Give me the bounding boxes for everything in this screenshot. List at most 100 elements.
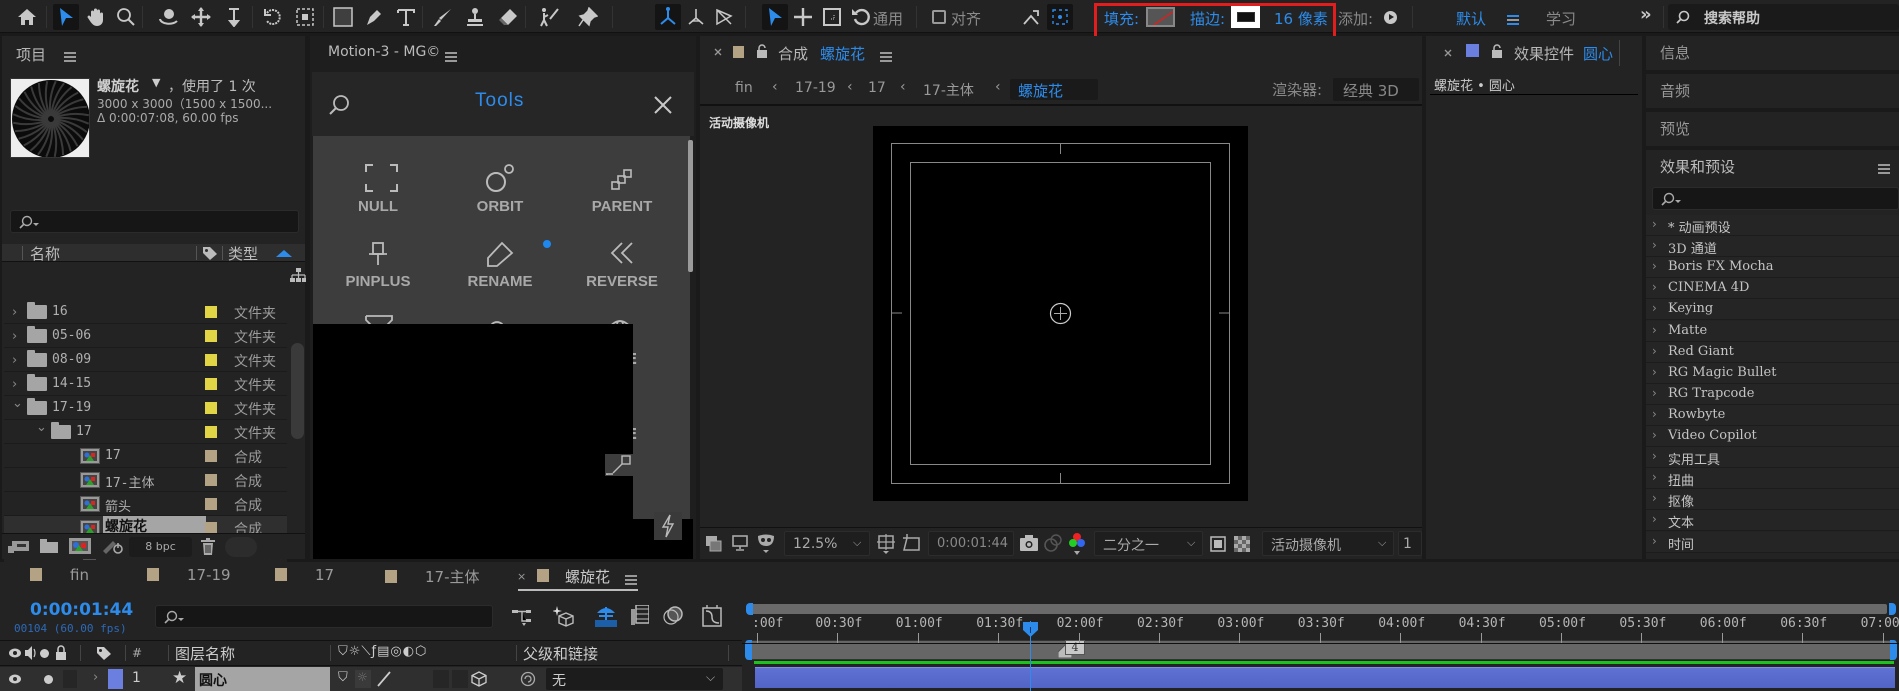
roto-brush-icon[interactable] — [536, 4, 562, 30]
project-item-row[interactable]: › 14-15 文件夹 — [4, 372, 287, 396]
breadcrumb-item[interactable]: 17-19 — [795, 80, 836, 96]
grid-guide-icon[interactable] — [877, 534, 895, 554]
column-layer-name[interactable]: 图层名称 — [175, 643, 235, 664]
zoom-tool-icon[interactable] — [113, 4, 139, 30]
brush-tool-icon[interactable] — [430, 4, 456, 30]
close-tab-icon[interactable] — [714, 48, 722, 56]
pen-tool-icon[interactable] — [361, 4, 387, 30]
3d-layer-switch-icon[interactable] — [471, 671, 487, 687]
shape-rotate-icon[interactable] — [848, 4, 874, 30]
snapshot-camera-icon[interactable] — [1020, 535, 1038, 551]
tool-reverse[interactable]: REVERSE — [562, 239, 682, 290]
motion-blur-switch[interactable] — [433, 670, 449, 688]
effects-category[interactable]: › RG Trapcode — [1646, 383, 1899, 405]
snap-icon[interactable] — [1018, 4, 1044, 30]
label-color-swatch[interactable] — [205, 426, 217, 438]
rotate-tool-icon[interactable] — [260, 4, 286, 30]
renderer-select[interactable]: 经典 3D — [1333, 78, 1419, 101]
chevron-right-icon[interactable]: › — [12, 377, 17, 392]
shape-move-icon[interactable] — [790, 4, 816, 30]
expand-chevron-icon[interactable]: › — [93, 670, 98, 685]
mask-visibility-icon[interactable] — [757, 534, 775, 554]
region-of-interest-icon[interactable] — [903, 534, 921, 552]
playhead-handle[interactable] — [1023, 622, 1038, 638]
close-icon[interactable] — [654, 96, 672, 114]
shy-layers-button[interactable] — [594, 605, 618, 627]
project-item-row[interactable]: ⌄ 17 文件夹 — [4, 420, 287, 444]
breadcrumb-current[interactable]: 螺旋花 — [1010, 79, 1098, 100]
scrollbar-thumb[interactable] — [688, 140, 693, 272]
composition-flowchart-icon[interactable] — [512, 607, 532, 627]
stroke-swatch[interactable] — [1231, 6, 1260, 28]
breadcrumb-item[interactable]: fin — [735, 80, 753, 96]
timeline-current-time[interactable]: 0:00:01:44 — [30, 600, 133, 620]
align-checkbox[interactable] — [926, 4, 952, 30]
stroke-width-value[interactable]: 16 像素 — [1274, 8, 1328, 29]
view-layout-select[interactable]: 1 — [1398, 531, 1422, 556]
dolly-camera-icon[interactable] — [221, 4, 247, 30]
effects-category[interactable]: › * 动画预设 — [1646, 215, 1899, 236]
home-icon[interactable] — [14, 4, 40, 30]
navigator-start-handle[interactable] — [746, 603, 753, 615]
label-color-swatch[interactable] — [205, 402, 217, 414]
panel-menu-icon[interactable] — [880, 49, 892, 64]
fast-preview-icon[interactable] — [1210, 536, 1226, 552]
panel-menu-icon[interactable] — [64, 49, 76, 64]
panel-menu-icon[interactable] — [445, 49, 457, 64]
clone-stamp-icon[interactable] — [462, 4, 488, 30]
project-item-row[interactable]: 箭头 合成 — [4, 492, 287, 516]
camera-view-select[interactable]: 活动摄像机 ⌵ — [1262, 531, 1394, 556]
draft-3d-icon[interactable] — [553, 605, 575, 627]
video-visibility-icon[interactable] — [8, 673, 22, 685]
effects-category[interactable]: › 时间 — [1646, 531, 1899, 553]
close-tab-icon[interactable] — [1444, 49, 1452, 57]
bit-depth-button[interactable]: 8 bpc — [129, 537, 192, 557]
toggle-switch[interactable] — [225, 537, 257, 557]
parent-select[interactable]: 无 ⌵ — [546, 668, 723, 690]
puppet-pin-icon[interactable] — [575, 4, 601, 30]
rectangle-tool-icon[interactable] — [330, 4, 356, 30]
frame-blending-icon[interactable] — [631, 605, 649, 627]
chevron-down-icon[interactable]: ⌄ — [36, 420, 47, 435]
shy-switch[interactable]: ⛉ — [338, 670, 348, 685]
fill-swatch[interactable] — [1146, 7, 1175, 27]
always-preview-icon[interactable] — [706, 536, 722, 552]
layer-name-field[interactable]: 圆心 — [195, 667, 330, 691]
type-tool-icon[interactable] — [393, 4, 419, 30]
tool-orbit[interactable]: ORBIT — [440, 164, 560, 215]
motion-blur-icon[interactable] — [663, 605, 683, 627]
shape-scale-icon[interactable] — [819, 4, 845, 30]
navigator-end-handle[interactable] — [1889, 603, 1896, 615]
project-item-row[interactable]: › 16 文件夹 — [4, 300, 287, 324]
breadcrumb-item[interactable]: 17-主体 — [923, 80, 974, 100]
audio-panel-header[interactable]: 音频 — [1646, 74, 1899, 108]
shape-selection-icon[interactable] — [762, 4, 788, 30]
label-color-swatch[interactable] — [205, 450, 217, 462]
time-navigator[interactable] — [750, 604, 1887, 614]
timeline-search-input[interactable] — [155, 605, 493, 628]
orbit-camera-icon[interactable] — [155, 4, 181, 30]
chevron-down-icon[interactable]: ⌄ — [12, 396, 23, 411]
workspace-menu-icon[interactable] — [1507, 12, 1519, 27]
panel-menu-icon[interactable] — [625, 572, 637, 587]
eraser-tool-icon[interactable] — [495, 4, 521, 30]
show-snapshot-icon[interactable] — [1044, 534, 1062, 552]
effects-category[interactable]: › Boris FX Mocha — [1646, 257, 1899, 279]
pan-camera-icon[interactable] — [188, 4, 214, 30]
adjustment-switch[interactable] — [452, 670, 468, 688]
layer-row[interactable]: › 1 ★ 圆心 ⛉ ☼ 无 ⌵ — [0, 667, 742, 691]
lock-icon[interactable] — [1491, 44, 1503, 58]
item-menu-chevron-icon[interactable]: ▼ — [152, 76, 160, 89]
pick-whip-icon[interactable] — [520, 671, 536, 687]
monitor-icon[interactable] — [732, 535, 748, 551]
effects-category[interactable]: › Keying — [1646, 299, 1899, 321]
effects-search-input[interactable] — [1652, 187, 1899, 210]
column-name[interactable]: 名称 — [30, 243, 60, 264]
hand-tool-icon[interactable] — [83, 4, 109, 30]
workspace-learn[interactable]: 学习 — [1546, 8, 1576, 29]
effects-category[interactable]: › 文本 — [1646, 510, 1899, 532]
workspace-default[interactable]: 默认 — [1456, 8, 1486, 29]
effects-category[interactable]: › Rowbyte — [1646, 404, 1899, 426]
effects-category[interactable]: › Red Giant — [1646, 341, 1899, 363]
project-item-row[interactable]: › 08-09 文件夹 — [4, 348, 287, 372]
